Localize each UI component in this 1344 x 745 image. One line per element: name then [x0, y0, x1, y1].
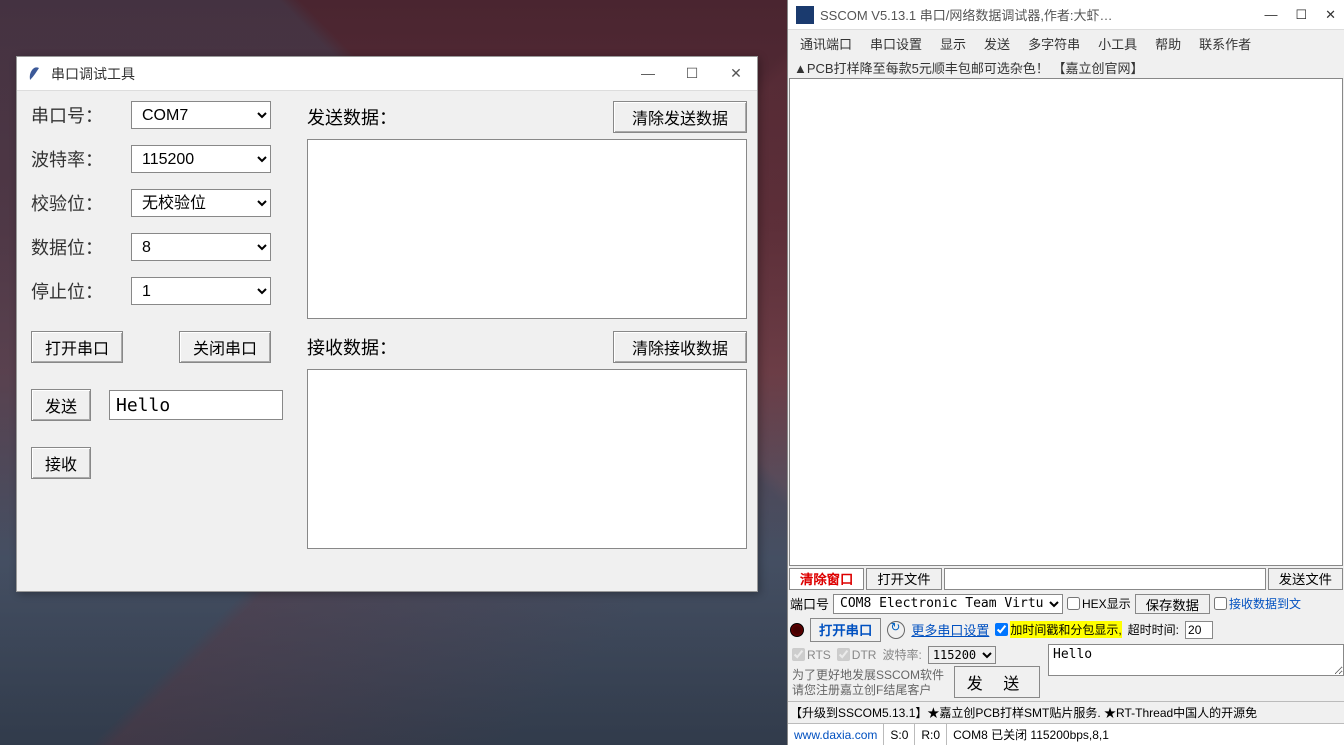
- more-settings-link[interactable]: 更多串口设置: [911, 620, 989, 639]
- window-title: 串口调试工具: [51, 64, 637, 84]
- minimize-button[interactable]: —: [1264, 7, 1277, 23]
- stopbits-select[interactable]: 1: [131, 277, 271, 305]
- file-path-input[interactable]: [944, 568, 1266, 590]
- status-recv: R:0: [915, 724, 947, 745]
- clear-recv-button[interactable]: 清除接收数据: [613, 331, 747, 363]
- baud-label: 波特率:: [882, 646, 921, 663]
- status-sent: S:0: [884, 724, 915, 745]
- status-com: COM8 已关闭 115200bps,8,1: [947, 724, 1344, 745]
- send-data-label: 发送数据：: [307, 104, 397, 130]
- status-led-icon: [790, 623, 804, 637]
- close-button[interactable]: ✕: [725, 65, 747, 82]
- send-data-textarea[interactable]: [307, 139, 747, 319]
- send-button[interactable]: 发送: [31, 389, 91, 421]
- recv-data-label: 接收数据：: [307, 334, 397, 360]
- footer-ad[interactable]: 【升级到SSCOM5.13.1】★嘉立创PCB打样SMT贴片服务. ★RT-Th…: [788, 701, 1344, 723]
- baud-combo[interactable]: 115200: [928, 646, 996, 664]
- menu-tools[interactable]: 小工具: [1098, 34, 1137, 53]
- timeout-input[interactable]: [1185, 621, 1213, 639]
- ad-banner[interactable]: ▲PCB打样降至每款5元顺丰包邮可选杂色！ 【嘉立创官网】: [788, 56, 1344, 78]
- menu-bar: 通讯端口 串口设置 显示 发送 多字符串 小工具 帮助 联系作者: [788, 30, 1344, 56]
- receive-textarea[interactable]: [789, 78, 1343, 566]
- status-url[interactable]: www.daxia.com: [788, 724, 884, 745]
- close-button[interactable]: ✕: [1325, 7, 1336, 23]
- menu-contact[interactable]: 联系作者: [1199, 34, 1251, 53]
- clear-send-button[interactable]: 清除发送数据: [613, 101, 747, 133]
- dtr-checkbox[interactable]: DTR: [837, 648, 877, 662]
- hex-show-checkbox[interactable]: HEX显示: [1067, 595, 1131, 612]
- recv-data-textarea[interactable]: [307, 369, 747, 549]
- status-bar: www.daxia.com S:0 R:0 COM8 已关闭 115200bps…: [788, 723, 1344, 745]
- maximize-button[interactable]: ☐: [681, 65, 703, 82]
- save-data-button[interactable]: 保存数据: [1135, 594, 1210, 614]
- baud-label: 波特率：: [31, 146, 131, 172]
- receive-button[interactable]: 接收: [31, 447, 91, 479]
- maximize-button[interactable]: ☐: [1295, 7, 1307, 23]
- serial-tool-window: 串口调试工具 — ☐ ✕ 串口号： COM7 波特率： 115200 校验位： …: [16, 56, 758, 592]
- send-textarea[interactable]: [1048, 644, 1344, 676]
- menu-display[interactable]: 显示: [940, 34, 966, 53]
- sscom-window: SSCOM V5.13.1 串口/网络数据调试器,作者:大虾… — ☐ ✕ 通讯…: [787, 0, 1344, 745]
- menu-comm-port[interactable]: 通讯端口: [800, 34, 852, 53]
- sscom-title: SSCOM V5.13.1 串口/网络数据调试器,作者:大虾…: [820, 5, 1264, 24]
- timeout-label: 超时时间:: [1128, 621, 1179, 638]
- menu-send[interactable]: 发送: [984, 34, 1010, 53]
- rts-checkbox[interactable]: RTS: [792, 648, 831, 662]
- app-icon: [27, 66, 43, 82]
- parity-select[interactable]: 无校验位: [131, 189, 271, 217]
- databits-label: 数据位：: [31, 234, 131, 260]
- port-combo[interactable]: COM8 Electronic Team Virtu: [833, 594, 1063, 614]
- minimize-button[interactable]: —: [637, 65, 659, 82]
- send-button[interactable]: 发 送: [954, 666, 1040, 698]
- send-input[interactable]: [109, 390, 283, 420]
- menu-multistring[interactable]: 多字符串: [1028, 34, 1080, 53]
- databits-select[interactable]: 8: [131, 233, 271, 261]
- titlebar[interactable]: 串口调试工具 — ☐ ✕: [17, 57, 757, 91]
- baud-select[interactable]: 115200: [131, 145, 271, 173]
- send-file-button[interactable]: 发送文件: [1268, 568, 1343, 590]
- close-port-button[interactable]: 关闭串口: [179, 331, 271, 363]
- sscom-icon: [796, 6, 814, 24]
- port-label: 端口号: [790, 594, 829, 613]
- register-note: 为了更好地发展SSCOM软件 请您注册嘉立创F结尾客户: [788, 666, 954, 701]
- open-file-button[interactable]: 打开文件: [866, 568, 941, 590]
- timestamp-checkbox[interactable]: 加时间戳和分包显示,: [995, 621, 1121, 638]
- stopbits-label: 停止位：: [31, 278, 131, 304]
- parity-label: 校验位：: [31, 190, 131, 216]
- clear-window-button[interactable]: 清除窗口: [789, 568, 864, 590]
- menu-serial-settings[interactable]: 串口设置: [870, 34, 922, 53]
- port-label: 串口号：: [31, 102, 131, 128]
- recv-to-file-checkbox[interactable]: 接收数据到文: [1214, 595, 1301, 612]
- refresh-icon[interactable]: [887, 621, 905, 639]
- open-port-button[interactable]: 打开串口: [31, 331, 123, 363]
- open-port-button[interactable]: 打开串口: [810, 618, 881, 642]
- port-select[interactable]: COM7: [131, 101, 271, 129]
- menu-help[interactable]: 帮助: [1155, 34, 1181, 53]
- sscom-titlebar[interactable]: SSCOM V5.13.1 串口/网络数据调试器,作者:大虾… — ☐ ✕: [788, 0, 1344, 30]
